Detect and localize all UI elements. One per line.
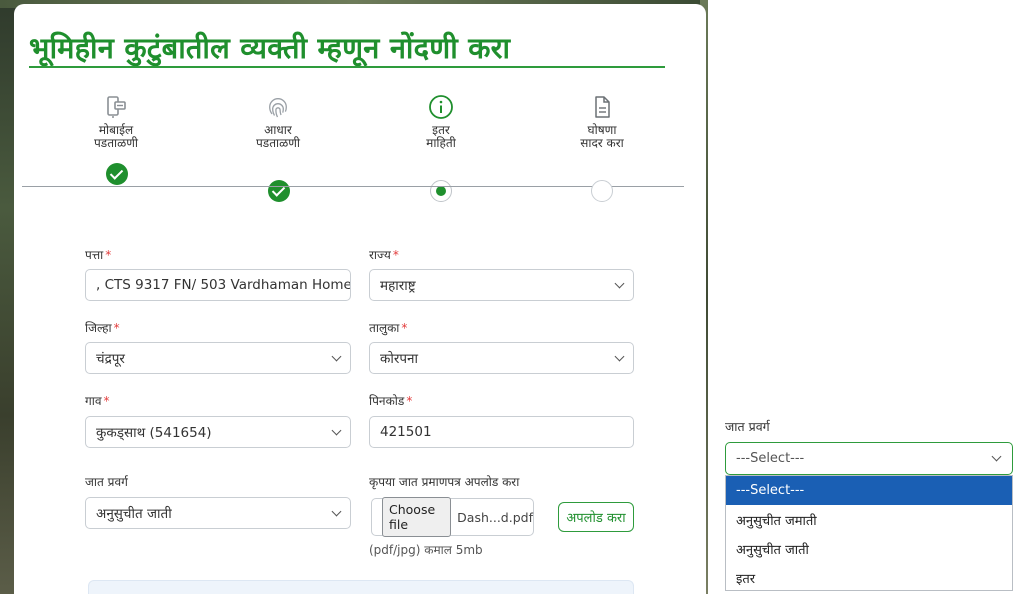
village-label: गाव * <box>85 394 110 408</box>
state-select[interactable]: महाराष्ट्र <box>369 269 634 301</box>
step-node-aadhaar-done <box>268 180 290 202</box>
pincode-label: पिनकोड * <box>369 394 413 408</box>
screen: भूमिहीन कुटुंबातील व्यक्ती म्हणून नोंदणी… <box>0 0 1013 594</box>
inset-caste-label: जात प्रवर्ग <box>725 419 770 434</box>
chevron-down-icon <box>331 425 342 436</box>
taluka-select[interactable]: कोरपना <box>369 342 634 374</box>
caste-option-select[interactable]: ---Select--- <box>726 476 1012 505</box>
info-circle-icon <box>429 95 453 119</box>
chevron-down-icon <box>614 351 625 362</box>
pincode-input[interactable]: 421501 <box>369 416 634 448</box>
village-select[interactable]: कुकड्साथ (541654) <box>85 416 351 448</box>
inset-caste-select[interactable]: ---Select--- <box>725 442 1013 475</box>
caste-option-other[interactable]: इतर <box>726 563 1012 592</box>
step-node-declaration-pending <box>591 180 613 202</box>
address-input[interactable]: , CTS 9317 FN/ 503 Vardhaman Homes M <box>85 269 351 301</box>
address-label: पत्ता * <box>85 248 112 262</box>
certificate-file-input[interactable]: Choose file Dash...d.pdf <box>371 497 534 537</box>
file-size-hint: (pdf/jpg) कमाल 5mb <box>369 543 483 557</box>
caste-option-scheduled-caste[interactable]: अनुसुचीत जाती <box>726 534 1012 563</box>
step-mobile-verification: मोबाईल पडताळणी <box>56 94 176 150</box>
step-node-mobile-done <box>106 163 128 185</box>
taluka-label: तालुका * <box>369 321 408 335</box>
upload-button[interactable]: अपलोड करा <box>558 502 634 532</box>
step-node-other-info-active <box>430 180 452 202</box>
district-select[interactable]: चंद्रपूर <box>85 342 351 374</box>
page-title: भूमिहीन कुटुंबातील व्यक्ती म्हणून नोंदणी… <box>29 31 511 65</box>
certificate-upload-label: कृपया जात प्रमाणपत्र अपलोड करा <box>369 475 520 489</box>
caste-dropdown-inset: जात प्रवर्ग ---Select--- ---Select--- अन… <box>718 402 1013 594</box>
caste-category-label: जात प्रवर्ग <box>85 475 128 489</box>
step-label-line2: माहिती <box>426 136 456 150</box>
title-underline <box>29 66 665 68</box>
step-declaration: घोषणा सादर करा <box>542 94 662 150</box>
caste-options-list: ---Select--- अनुसुचीत जमाती अनुसुचीत जात… <box>725 475 1013 591</box>
state-label: राज्य * <box>369 248 399 262</box>
document-icon <box>595 96 610 118</box>
step-label-line2: पडताळणी <box>93 136 139 150</box>
caste-option-scheduled-tribe[interactable]: अनुसुचीत जमाती <box>726 505 1012 534</box>
mobile-check-icon <box>107 96 126 118</box>
chevron-down-icon <box>331 351 342 362</box>
chevron-down-icon <box>991 451 1002 462</box>
choose-file-button[interactable]: Choose file <box>382 497 452 537</box>
caste-category-select[interactable]: अनुसुचीत जाती <box>85 497 351 529</box>
chevron-down-icon <box>614 278 625 289</box>
stepper-track <box>22 186 684 187</box>
step-label-line2: सादर करा <box>580 136 624 150</box>
next-section-box <box>88 580 634 594</box>
step-label-line2: पडताळणी <box>255 136 301 150</box>
district-label: जिल्हा * <box>85 321 120 335</box>
fingerprint-icon <box>269 98 287 118</box>
chevron-down-icon <box>331 506 342 517</box>
step-other-info: इतर माहिती <box>381 94 501 150</box>
step-aadhaar-verification: आधार पडताळणी <box>218 94 338 150</box>
selected-file-name: Dash...d.pdf <box>457 509 533 525</box>
